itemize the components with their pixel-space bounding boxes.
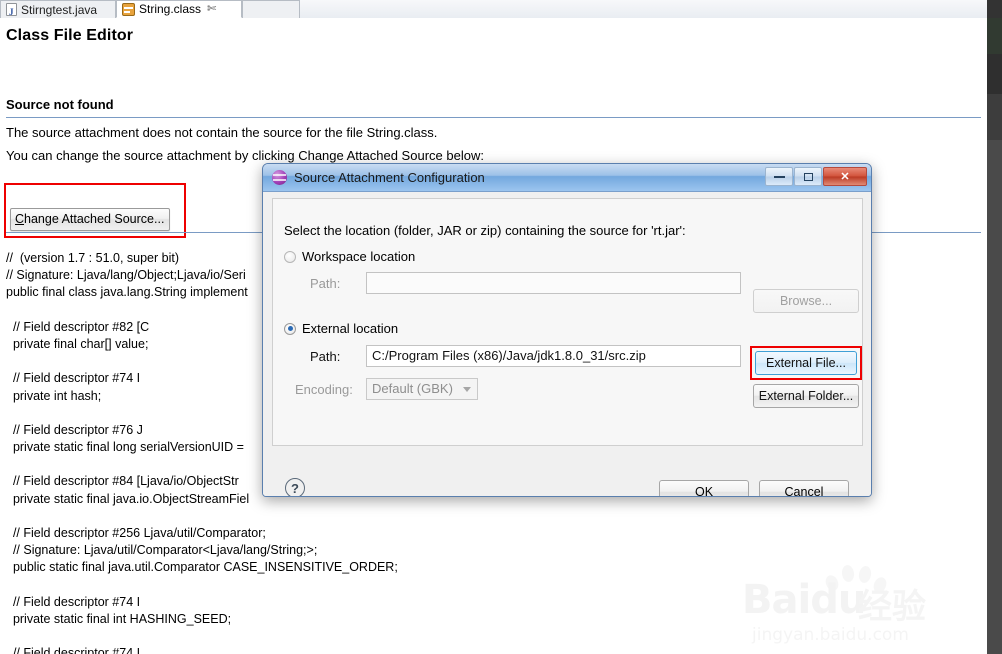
minimize-icon xyxy=(773,175,785,178)
code-line: // Signature: Ljava/util/Comparator<Ljav… xyxy=(6,543,318,558)
minimize-button[interactable] xyxy=(765,167,793,186)
strip-band-2 xyxy=(987,18,1002,54)
code-line: // Field descriptor #74 I xyxy=(6,646,141,654)
external-folder-button[interactable]: External Folder... xyxy=(753,384,859,408)
code-line: // Field descriptor #256 Ljava/util/Comp… xyxy=(6,526,266,540)
strip-band-3 xyxy=(987,54,1002,94)
message-line-2: You can change the source attachment by … xyxy=(6,148,484,163)
tab-label: String.class xyxy=(139,2,202,16)
eclipse-icon xyxy=(272,170,287,185)
change-attached-source-button[interactable]: Change Attached Source... xyxy=(10,208,170,231)
external-path-label: Path: xyxy=(310,349,341,364)
radio-icon xyxy=(284,322,296,335)
code-line: private static final int HASHING_SEED; xyxy=(6,611,232,626)
tab-overflow-slot[interactable] xyxy=(242,0,300,18)
strip-band-4 xyxy=(987,94,1002,140)
workspace-path-label: Path: xyxy=(310,276,341,291)
chevron-down-icon xyxy=(463,387,471,392)
class-file-icon xyxy=(122,2,135,16)
encoding-value: Default (GBK) xyxy=(372,381,453,396)
editor-tab-bar: Stirngtest.java String.class ✄ xyxy=(0,0,987,21)
external-location-label: External location xyxy=(302,321,399,336)
message-line-1: The source attachment does not contain t… xyxy=(6,125,438,140)
help-icon[interactable]: ? xyxy=(285,478,305,496)
browse-button[interactable]: Browse... xyxy=(753,289,859,313)
encoding-select[interactable]: Default (GBK) xyxy=(366,378,478,400)
source-not-found-heading: Source not found xyxy=(6,97,114,112)
encoding-label: Encoding: xyxy=(295,382,353,397)
dialog-title-bar[interactable]: Source Attachment Configuration ✕ xyxy=(263,164,871,192)
dialog-body: Select the location (folder, JAR or zip)… xyxy=(263,192,871,496)
workspace-path-input[interactable] xyxy=(366,272,741,294)
ok-button[interactable]: OK xyxy=(659,480,749,496)
close-icon: ✕ xyxy=(840,171,850,183)
code-line: public static final java.util.Comparator… xyxy=(6,560,398,575)
radio-icon xyxy=(284,250,296,263)
workspace-location-label: Workspace location xyxy=(302,249,416,264)
tab-string-class[interactable]: String.class ✄ xyxy=(116,0,242,18)
strip-band-1 xyxy=(987,0,1002,18)
java-file-icon xyxy=(6,3,17,21)
window-buttons: ✕ xyxy=(765,167,867,186)
external-file-button[interactable]: External File... xyxy=(755,351,857,375)
maximize-button[interactable] xyxy=(794,167,822,186)
change-attached-source-label: Change Attached Source... xyxy=(15,212,165,226)
workspace-location-radio[interactable]: Workspace location xyxy=(284,249,415,264)
strip-band-5 xyxy=(987,140,1002,654)
adjacent-window-strip xyxy=(987,0,1002,654)
dialog-instruction: Select the location (folder, JAR or zip)… xyxy=(284,223,686,238)
close-button[interactable]: ✕ xyxy=(823,167,867,186)
dialog-title: Source Attachment Configuration xyxy=(294,170,485,185)
external-path-input[interactable]: C:/Program Files (x86)/Java/jdk1.8.0_31/… xyxy=(366,345,741,367)
external-location-radio[interactable]: External location xyxy=(284,321,398,336)
divider-top xyxy=(6,117,981,118)
close-icon[interactable]: ✄ xyxy=(207,0,216,18)
dialog-content-panel: Select the location (folder, JAR or zip)… xyxy=(272,198,863,446)
tab-label: Stirngtest.java xyxy=(21,2,98,17)
cancel-button[interactable]: Cancel xyxy=(759,480,849,496)
application-window: Stirngtest.java String.class ✄ Class Fil… xyxy=(0,0,1002,654)
code-line: // Field descriptor #74 I xyxy=(6,594,141,609)
tab-stirngtest-java[interactable]: Stirngtest.java xyxy=(0,0,116,21)
maximize-icon xyxy=(803,172,813,181)
source-attachment-configuration-dialog: Source Attachment Configuration ✕ Select… xyxy=(262,163,872,497)
page-title: Class File Editor xyxy=(6,27,134,44)
